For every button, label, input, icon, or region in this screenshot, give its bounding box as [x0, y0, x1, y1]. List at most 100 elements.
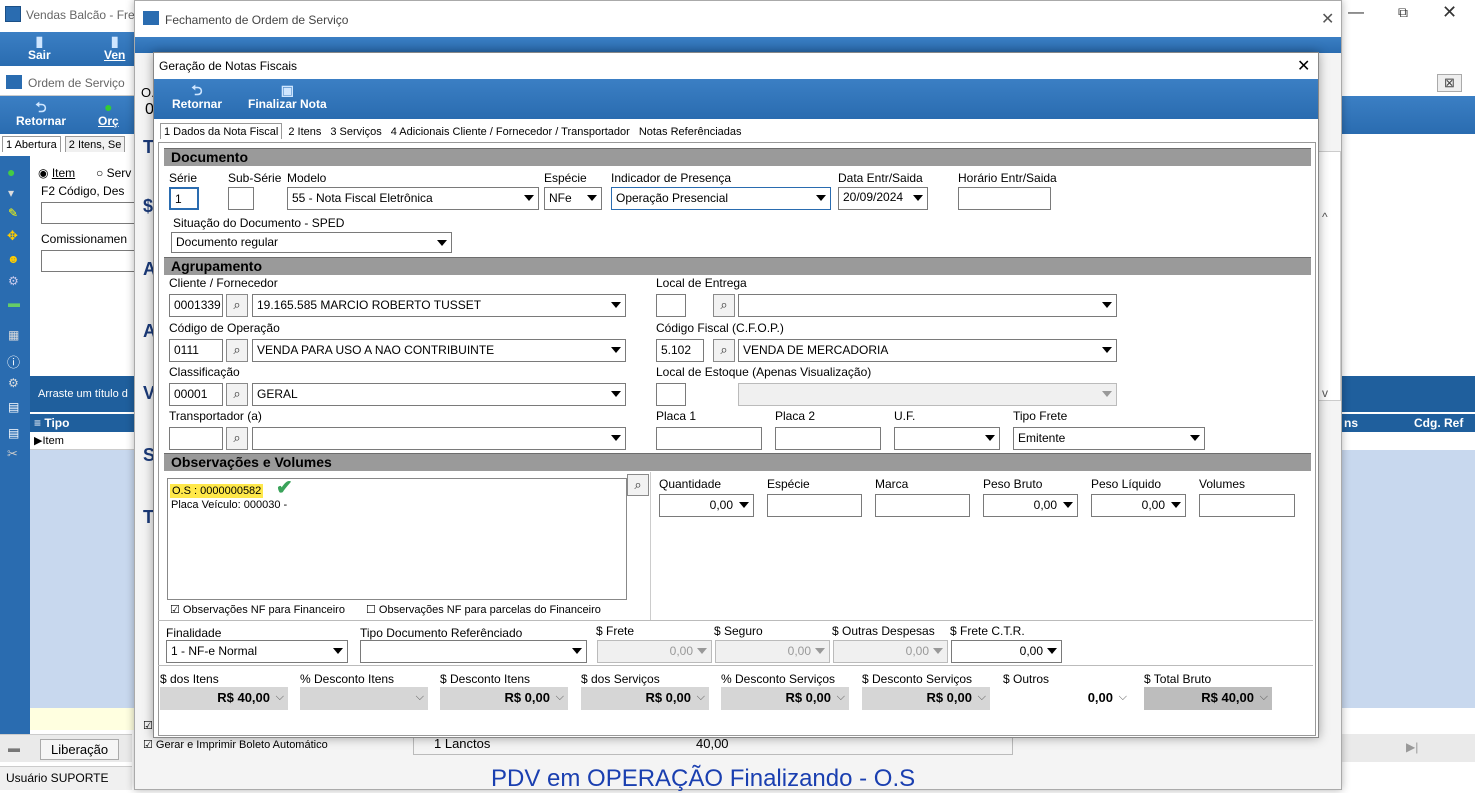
- desc-serv-value[interactable]: R$ 0,00 ⌵: [862, 687, 990, 710]
- add-icon[interactable]: ●: [7, 164, 15, 180]
- especie-vol-input[interactable]: [767, 494, 862, 517]
- settings-icon[interactable]: ⚙: [8, 274, 19, 288]
- finalizar-nota-button[interactable]: ▣ Finalizar Nota: [248, 83, 327, 111]
- local-entrega-select[interactable]: [738, 294, 1117, 317]
- finalidade-select[interactable]: 1 - NF-e Normal: [166, 640, 348, 663]
- dialog-titlebar: Geração de Notas Fiscais ✕: [154, 53, 1318, 79]
- classificacao-select[interactable]: GERAL: [252, 383, 626, 406]
- minimize-icon[interactable]: —: [1348, 4, 1364, 22]
- close-icon[interactable]: ✕: [1442, 2, 1457, 23]
- os-tab-abertura[interactable]: 1 Abertura: [2, 136, 61, 152]
- tipo-frete-select[interactable]: Emitente: [1013, 427, 1205, 450]
- desc-itens-value[interactable]: R$ 0,00 ⌵: [440, 687, 568, 710]
- obs-parcelas-checkbox[interactable]: ☐ Observações NF para parcelas do Financ…: [366, 603, 601, 616]
- tab-itens[interactable]: 2 Itens: [285, 124, 325, 139]
- cod-operacao-select[interactable]: VENDA PARA USO A NAO CONTRIBUINTE: [252, 339, 626, 362]
- tools-icon[interactable]: ✂: [7, 446, 18, 462]
- liberacao-button[interactable]: Liberação: [40, 739, 120, 760]
- edit-icon[interactable]: ✎: [8, 206, 18, 220]
- gerar-boleto-checkbox[interactable]: ☑ Gerar e Imprimir Boleto Automático: [143, 738, 328, 751]
- cliente-codigo-input[interactable]: 0001339: [169, 294, 223, 317]
- chevron-down-icon: [437, 240, 447, 246]
- transportador-search-icon[interactable]: ⌕: [226, 427, 248, 450]
- serie-input[interactable]: 1: [169, 187, 199, 210]
- vendas-button[interactable]: ▮ Ven: [104, 34, 125, 62]
- cod-operacao-search-icon[interactable]: ⌕: [226, 339, 248, 362]
- scroll-up-icon[interactable]: ^: [1322, 210, 1328, 224]
- chevron-down-icon: ⌵: [415, 691, 424, 703]
- delete-icon[interactable]: ▾: [8, 186, 14, 200]
- last-page-icon[interactable]: ▶|: [1406, 740, 1418, 754]
- maximize-icon[interactable]: ⧉: [1398, 4, 1408, 21]
- os-tab-itens[interactable]: 2 Itens, Se: [64, 136, 126, 152]
- document2-icon[interactable]: ▤: [8, 426, 19, 440]
- classificacao-search-icon[interactable]: ⌕: [226, 383, 248, 406]
- cod-operacao-input[interactable]: 0111: [169, 339, 223, 362]
- outros-value[interactable]: 0,00 ⌵: [1003, 687, 1131, 710]
- cliente-search-icon[interactable]: ⌕: [226, 294, 248, 317]
- cfop-select[interactable]: VENDA DE MERCADORIA: [738, 339, 1117, 362]
- dialog-close-icon[interactable]: ✕: [1297, 56, 1310, 76]
- tab-dados-nota[interactable]: 1 Dados da Nota Fiscal: [160, 123, 283, 139]
- section-observacoes: Observações e Volumes: [164, 453, 1311, 471]
- local-entrega-input[interactable]: [656, 294, 686, 317]
- os-retornar-button[interactable]: ⮌ Retornar: [16, 100, 66, 128]
- fechamento-close-icon[interactable]: ✕: [1321, 9, 1334, 29]
- transportador-select[interactable]: [252, 427, 626, 450]
- horario-input[interactable]: [958, 187, 1051, 210]
- gear-icon[interactable]: ⚙: [8, 376, 19, 390]
- marca-input[interactable]: [875, 494, 970, 517]
- item-radio[interactable]: ◉ Item: [38, 166, 75, 180]
- classificacao-input[interactable]: 00001: [169, 383, 223, 406]
- grid-header-tipo[interactable]: ≡ Tipo: [30, 414, 134, 432]
- document-icon[interactable]: ▤: [8, 400, 19, 414]
- tab-notas-referenciadas[interactable]: Notas Referênciadas: [635, 124, 745, 139]
- tab-servicos[interactable]: 3 Serviços: [327, 124, 385, 139]
- indicador-select[interactable]: Operação Presencial: [611, 187, 831, 210]
- cliente-select[interactable]: 19.165.585 MARCIO ROBERTO TUSSET: [252, 294, 626, 317]
- tab-adicionais[interactable]: 4 Adicionais Cliente / Fornecedor / Tran…: [387, 124, 633, 139]
- especie-select[interactable]: NFe: [544, 187, 602, 210]
- fech-checkbox-top[interactable]: ☑: [143, 719, 153, 732]
- local-entrega-search-icon[interactable]: ⌕: [713, 294, 735, 317]
- pct-desc-itens-value[interactable]: ⌵: [300, 687, 428, 710]
- placa2-input[interactable]: [775, 427, 881, 450]
- dialog-retornar-button[interactable]: ⮌ Retornar: [172, 83, 222, 111]
- sair-button[interactable]: ▮ Sair: [28, 34, 51, 62]
- placa1-input[interactable]: [656, 427, 762, 450]
- scroll-down-icon[interactable]: v: [1322, 386, 1328, 400]
- transportador-input[interactable]: [169, 427, 223, 450]
- situacao-select[interactable]: Documento regular: [171, 232, 452, 253]
- quantidade-input[interactable]: 0,00: [659, 494, 754, 517]
- grid-col-ns[interactable]: ns: [1344, 416, 1358, 430]
- grid-col-cdg-ref[interactable]: Cdg. Ref: [1414, 416, 1463, 430]
- grid-row-item[interactable]: ▶Item: [30, 432, 134, 450]
- cfop-search-icon[interactable]: ⌕: [713, 339, 735, 362]
- codigo-input[interactable]: [41, 202, 135, 224]
- data-picker[interactable]: 20/09/2024: [838, 187, 928, 210]
- volumes-input[interactable]: [1199, 494, 1295, 517]
- tipo-doc-label: Tipo Documento Referênciado: [360, 626, 523, 640]
- tipo-doc-select[interactable]: [360, 640, 587, 663]
- modelo-select[interactable]: 55 - Nota Fiscal Eletrônica: [287, 187, 539, 210]
- comissionamento-input[interactable]: [41, 250, 135, 272]
- peso-bruto-input[interactable]: 0,00: [983, 494, 1078, 517]
- obs-financeiro-checkbox[interactable]: ☑ Observações NF para Financeiro: [170, 603, 345, 616]
- local-estoque-label: Local de Estoque (Apenas Visualização): [656, 365, 872, 379]
- observacoes-textarea[interactable]: O.S : 0000000582 ✔ Placa Veículo: 000030…: [167, 477, 627, 600]
- move-icon[interactable]: ✥: [7, 228, 18, 244]
- peso-liquido-input[interactable]: 0,00: [1091, 494, 1186, 517]
- observacoes-search-icon[interactable]: ⌕: [627, 474, 649, 496]
- users-icon[interactable]: ☻: [7, 252, 20, 266]
- subserie-input[interactable]: [228, 187, 254, 210]
- os-orcamento-button[interactable]: ● Orç: [98, 100, 119, 128]
- cfop-input[interactable]: 5.102: [656, 339, 704, 362]
- uf-select[interactable]: [894, 427, 1000, 450]
- frete-ctr-input[interactable]: 0,00: [951, 640, 1062, 663]
- pct-desc-serv-value[interactable]: R$ 0,00 ⌵: [721, 687, 849, 710]
- minus-icon[interactable]: ▬: [8, 296, 20, 310]
- bg-close-icon[interactable]: ⊠: [1437, 74, 1462, 92]
- info-icon[interactable]: ⓘ: [7, 352, 20, 371]
- grid-icon[interactable]: ▦: [8, 328, 19, 342]
- serv-radio[interactable]: ○ Serv: [96, 166, 131, 180]
